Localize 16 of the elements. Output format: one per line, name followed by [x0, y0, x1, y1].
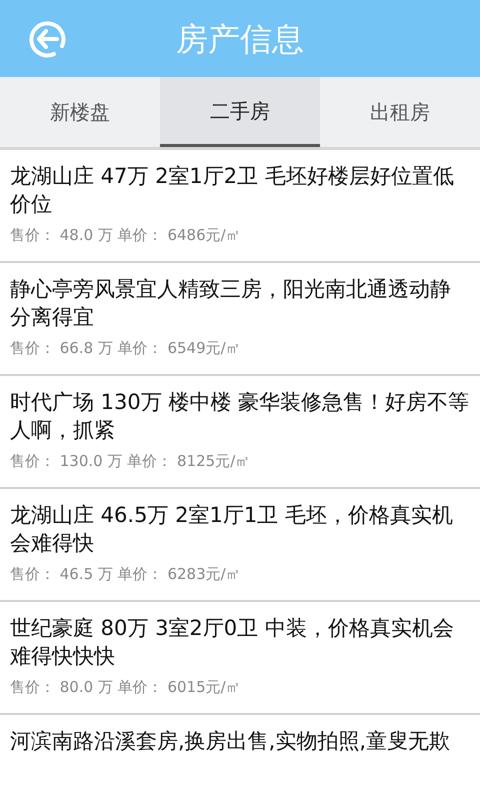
listing-price: 售价： 66.8 万 单价： 6549元/㎡ [10, 338, 242, 359]
header-title: 房产信息 [176, 18, 304, 60]
back-icon [28, 19, 68, 59]
tab[interactable]: 二手房 [160, 77, 320, 147]
listing-title[interactable]: 静心亭旁风景宜人精致三房，阳光南北通透动静分离得宜 [10, 275, 470, 331]
listing-title[interactable]: 龙湖山庄 46.5万 2室1厅1卫 毛坯，价格真实机会难得快 [10, 501, 470, 557]
listing-title[interactable]: 龙湖山庄 47万 2室1厅2卫 毛坯好楼层好位置低价位 [10, 162, 470, 218]
listing-title[interactable]: 时代广场 130万 楼中楼 豪华装修急售！好房不等人啊，抓紧 [10, 388, 470, 444]
listing-price: 售价： 130.0 万 单价： 8125元/㎡ [10, 451, 252, 472]
listing-price: 售价： 48.0 万 单价： 6486元/㎡ [10, 225, 242, 246]
listing-price: 售价： 46.5 万 单价： 6283元/㎡ [10, 564, 242, 585]
listing-title[interactable]: 世纪豪庭 80万 3室2厅0卫 中装，价格真实机会难得快快快 [10, 614, 470, 670]
listing-title[interactable]: 河滨南路沿溪套房,换房出售,实物拍照,童叟无欺 [10, 727, 470, 755]
listing-price: 售价： 80.0 万 单价： 6015元/㎡ [10, 677, 242, 698]
tab[interactable]: 新楼盘 [0, 77, 160, 147]
tab[interactable]: 出租房 [320, 77, 480, 147]
